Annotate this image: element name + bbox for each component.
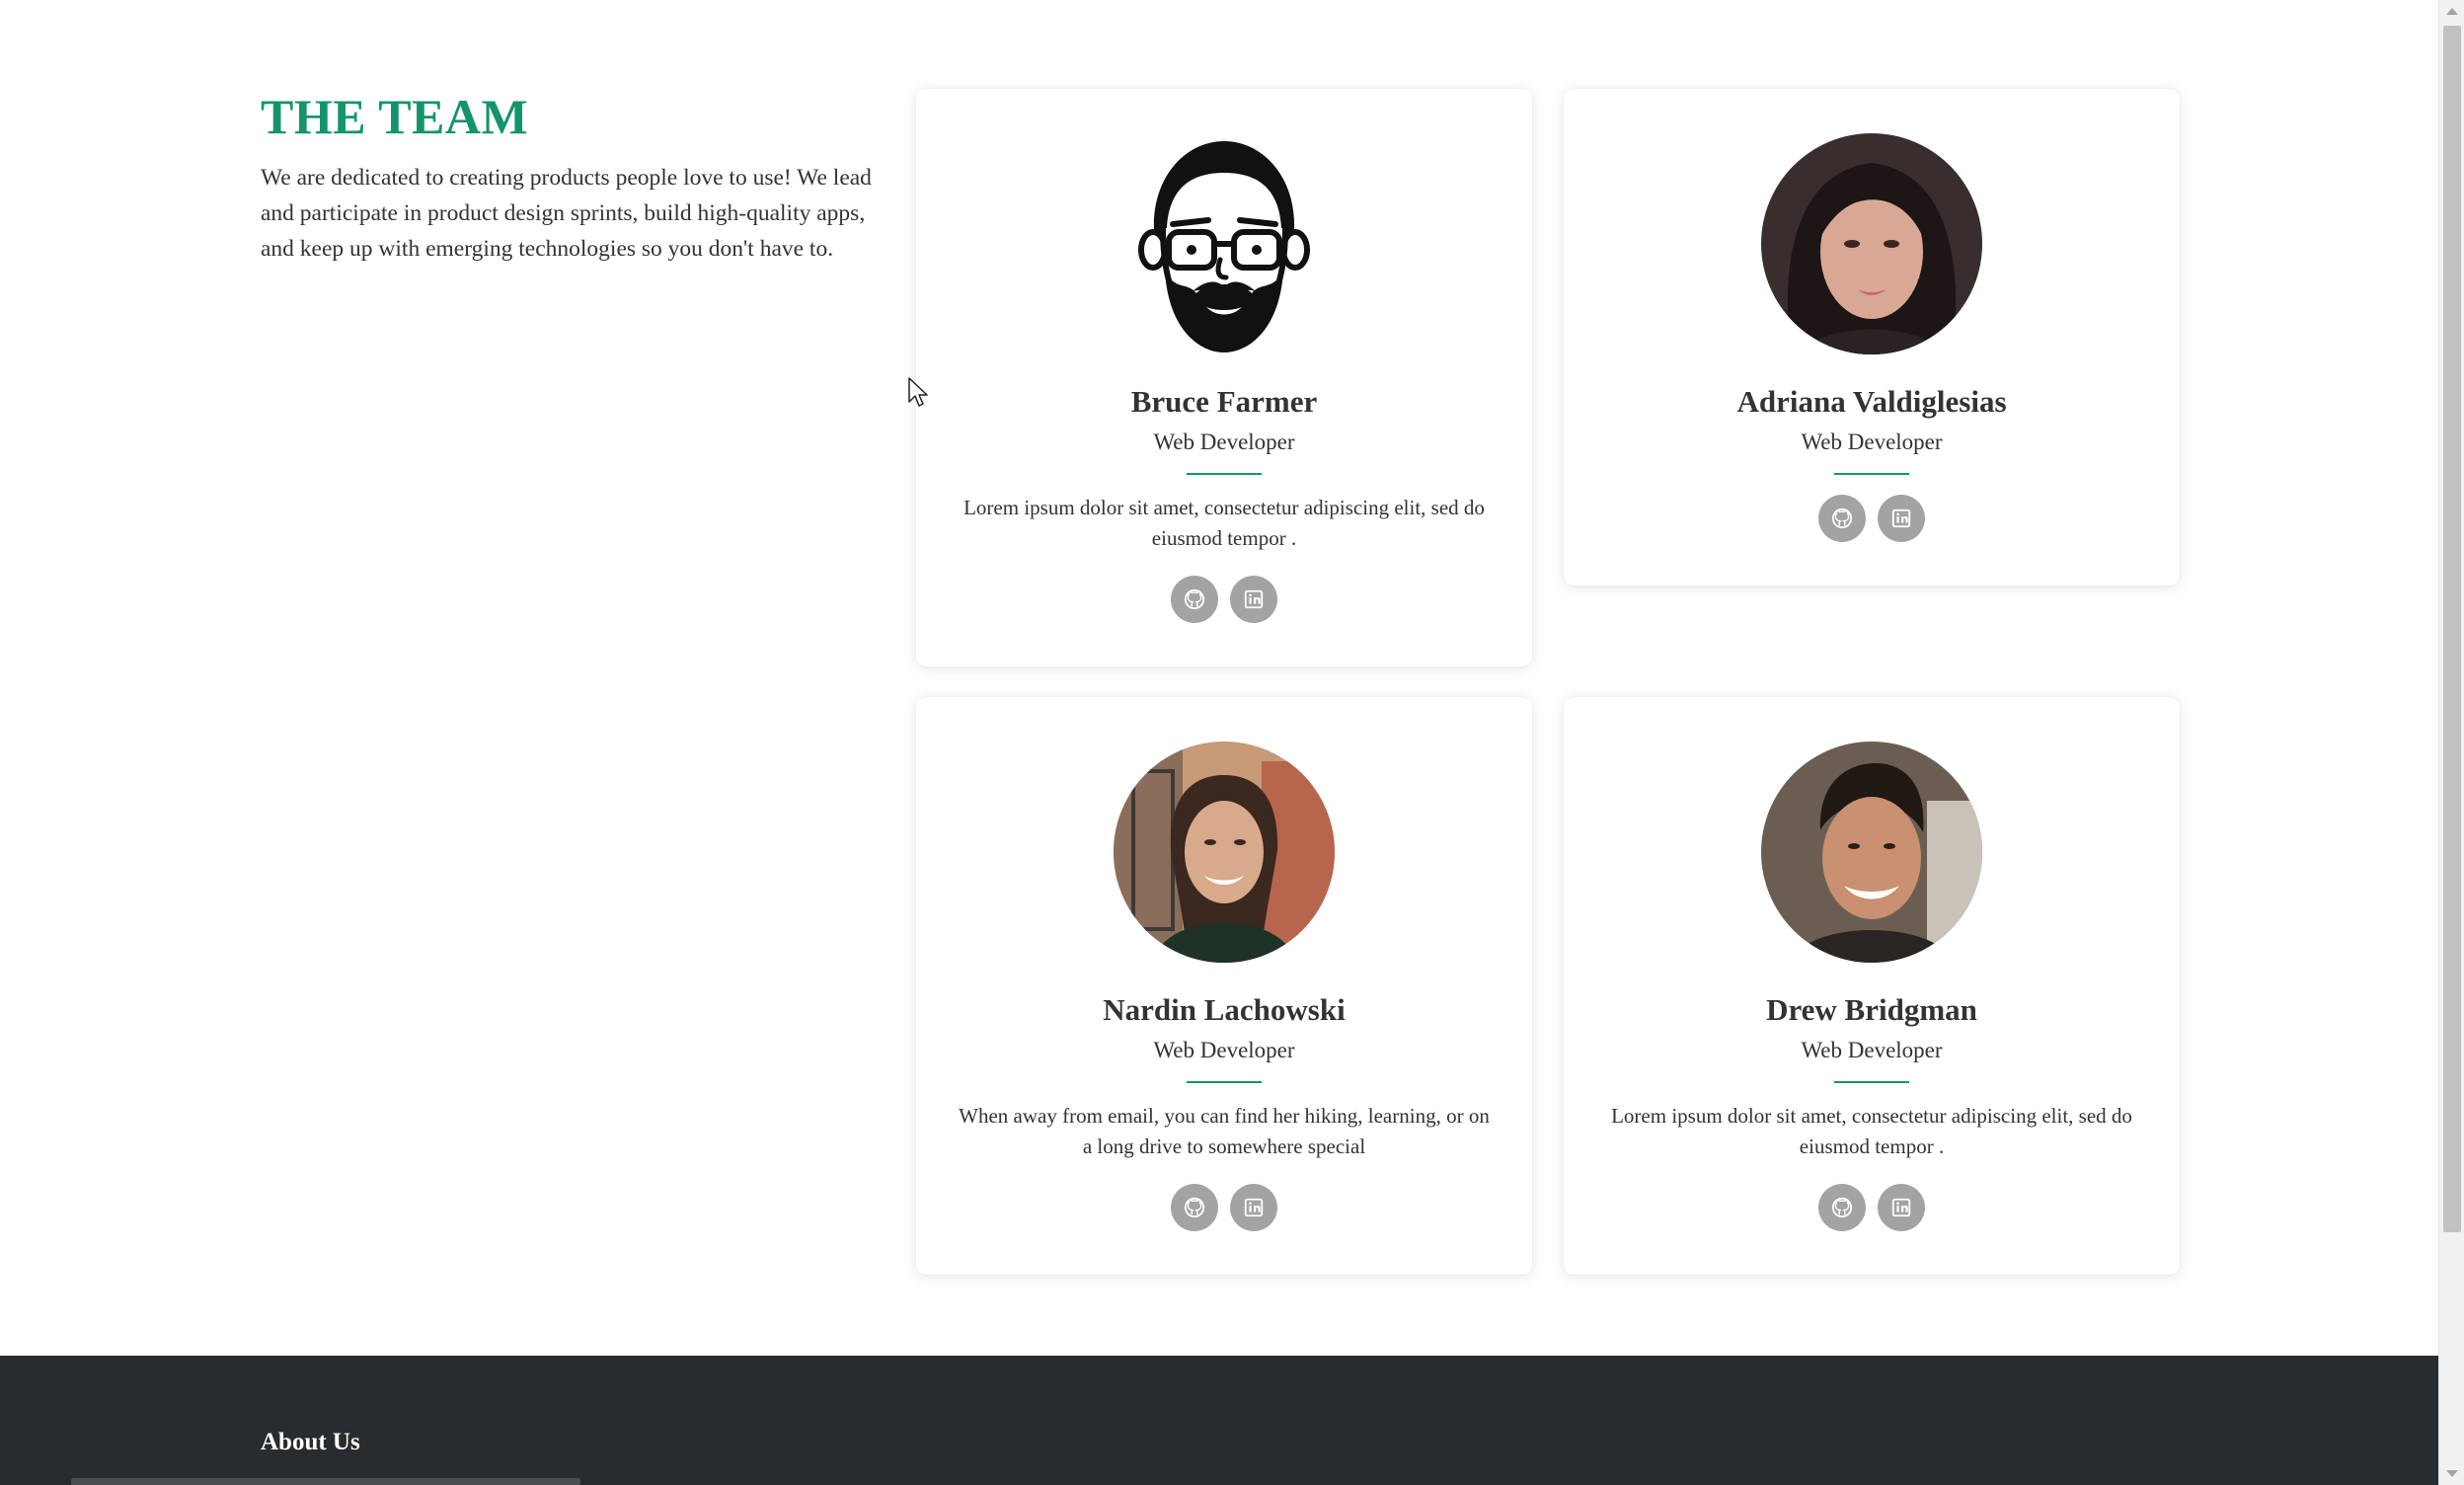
divider: [1834, 473, 1909, 475]
scroll-up-arrow-icon[interactable]: [2446, 8, 2458, 15]
social-links: [916, 576, 1532, 666]
github-icon: [1184, 1197, 1205, 1218]
avatar: [1761, 133, 1982, 354]
vertical-scrollbar[interactable]: [2438, 0, 2464, 1485]
linkedin-link[interactable]: [1230, 576, 1277, 623]
linkedin-icon: [1244, 1198, 1264, 1217]
scrollbar-thumb[interactable]: [2443, 26, 2461, 1232]
member-role: Web Developer: [1801, 1038, 1943, 1062]
linkedin-link[interactable]: [1230, 1184, 1277, 1231]
portrait-photo: [1761, 742, 1982, 963]
github-link[interactable]: [1818, 1184, 1866, 1231]
member-name: Adriana Valdiglesias: [1736, 384, 2007, 419]
github-link[interactable]: [1818, 495, 1866, 542]
github-link[interactable]: [1171, 576, 1218, 623]
member-bio: Lorem ipsum dolor sit amet, consectetur …: [1611, 1104, 2132, 1158]
team-card-drew-bridgman: Drew Bridgman Web Developer Lorem ipsum …: [1564, 697, 2180, 1275]
linkedin-link[interactable]: [1878, 495, 1925, 542]
github-icon: [1184, 588, 1205, 610]
team-card-nardin-lachowski: Nardin Lachowski Web Developer When away…: [916, 697, 1532, 1275]
member-name: Bruce Farmer: [1130, 384, 1318, 419]
page: THE TEAM We are dedicated to creating pr…: [0, 0, 2438, 1485]
cartoon-avatar-icon: [1114, 133, 1335, 354]
member-role: Web Developer: [1153, 1038, 1295, 1062]
github-link[interactable]: [1171, 1184, 1218, 1231]
member-bio: When away from email, you can find her h…: [959, 1104, 1490, 1158]
divider: [1187, 473, 1262, 475]
github-icon: [1831, 1197, 1853, 1218]
portrait-photo: [1114, 742, 1335, 963]
team-card-adriana-valdiglesias: Adriana Valdiglesias Web Developer: [1564, 89, 2180, 586]
social-links: [916, 1184, 1532, 1275]
linkedin-icon: [1891, 508, 1911, 528]
linkedin-icon: [1244, 589, 1264, 609]
member-role: Web Developer: [1801, 430, 1943, 454]
divider: [1834, 1081, 1909, 1083]
avatar: [1114, 742, 1335, 963]
portrait-photo: [1761, 133, 1982, 354]
team-card-bruce-farmer: Bruce Farmer Web Developer Lorem ipsum d…: [916, 89, 1532, 666]
member-name: Drew Bridgman: [1766, 992, 1977, 1027]
member-bio: Lorem ipsum dolor sit amet, consectetur …: [963, 496, 1485, 550]
team-intro: THE TEAM We are dedicated to creating pr…: [261, 87, 878, 267]
page-title: THE TEAM: [261, 89, 529, 144]
social-links: [1564, 495, 2180, 586]
linkedin-icon: [1891, 1198, 1911, 1217]
social-links: [1564, 1184, 2180, 1275]
avatar: [1761, 742, 1982, 963]
scroll-down-arrow-icon[interactable]: [2446, 1470, 2458, 1477]
github-icon: [1831, 508, 1853, 529]
footer-title: About Us: [261, 1429, 360, 1455]
horizontal-scrollbar-thumb[interactable]: [71, 1478, 580, 1485]
member-name: Nardin Lachowski: [1103, 992, 1346, 1027]
mouse-cursor-icon: [908, 377, 928, 407]
member-role: Web Developer: [1153, 430, 1295, 454]
footer: About Us: [0, 1356, 2438, 1485]
linkedin-link[interactable]: [1878, 1184, 1925, 1231]
team-description: We are dedicated to creating products pe…: [261, 165, 872, 262]
avatar: [1114, 133, 1335, 354]
divider: [1187, 1081, 1262, 1083]
